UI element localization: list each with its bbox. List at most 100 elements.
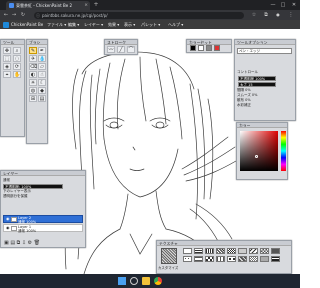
menu-view[interactable]: 表示 ▾	[124, 20, 135, 29]
menu-palettes[interactable]: パレット ▾	[141, 20, 160, 29]
zoom-tool-icon[interactable]: ⌕	[13, 47, 21, 54]
swatch-gray[interactable]	[206, 45, 212, 51]
rotate-tool-icon[interactable]: ⟳	[13, 63, 21, 70]
menu-effects[interactable]: 効果 ▾	[108, 20, 119, 29]
tab-close-icon[interactable]: ×	[84, 1, 88, 10]
texture-preview[interactable]	[161, 248, 177, 264]
texture-hlines[interactable]	[194, 248, 203, 254]
duplicate-layer-icon[interactable]: ⧉	[17, 240, 21, 246]
texture-hlines-2[interactable]	[194, 256, 203, 262]
add-folder-icon[interactable]: ▤	[10, 240, 15, 246]
sharpen-brush-icon[interactable]: ◆	[38, 87, 46, 94]
size-slider[interactable]: 太さ 15	[238, 82, 276, 87]
menu-file[interactable]: ファイル ▾	[47, 20, 66, 29]
site-info-icon[interactable]: ⓘ	[36, 12, 40, 19]
maximize-button[interactable]: □	[278, 0, 288, 10]
saturation-value-picker[interactable]	[240, 131, 278, 171]
blender-brush-icon[interactable]: ◐	[29, 71, 37, 78]
watercolor-brush-icon[interactable]: 💧	[38, 55, 46, 62]
layer-row-1[interactable]: ◉ Layer 1 通常 100%	[3, 224, 83, 233]
option-watercolor[interactable]: 水彩補正	[237, 103, 251, 108]
alpha-lock-checkbox[interactable]: 透明部分を保護	[3, 194, 28, 199]
smudge-brush-icon[interactable]: ☝	[38, 71, 46, 78]
line-stroke-icon[interactable]: ╱	[117, 46, 125, 53]
back-arrow-icon[interactable]: ←	[2, 10, 10, 20]
extensions-icon[interactable]: ⧉	[262, 10, 270, 20]
eyedropper-tool-icon[interactable]: ⌖	[3, 71, 11, 78]
texture-customize-label[interactable]: カスタマイズ	[158, 265, 178, 270]
forward-arrow-icon[interactable]: →	[10, 10, 18, 20]
menu-help[interactable]: ヘルプ ▾	[168, 20, 183, 29]
add-layer-icon[interactable]: ▣	[4, 240, 9, 246]
layer-visibility-eye-icon[interactable]: ◉	[6, 217, 10, 221]
dodge-brush-icon[interactable]: ☀	[29, 79, 37, 86]
pencil-brush-icon[interactable]: ✎	[29, 47, 37, 54]
move-tool-icon[interactable]: ✥	[3, 47, 11, 54]
texture-checker[interactable]	[227, 248, 236, 254]
layer-properties-icon[interactable]: ⚙	[28, 240, 32, 246]
delete-layer-icon[interactable]: 🗑	[34, 240, 40, 246]
hue-slider[interactable]	[281, 131, 286, 171]
lasso-tool-icon[interactable]: ◌	[13, 55, 21, 62]
burn-brush-icon[interactable]: ☾	[38, 79, 46, 86]
menu-layer[interactable]: レイヤー ▾	[84, 20, 103, 29]
minimize-button[interactable]: —	[268, 0, 278, 10]
freehand-stroke-icon[interactable]: 〰	[107, 46, 115, 53]
color-cursor[interactable]	[255, 155, 258, 158]
texture-diagonal[interactable]	[216, 248, 225, 254]
bookmark-star-icon[interactable]: ☆	[250, 10, 258, 20]
brush-panel-title: ブラシ	[27, 40, 47, 45]
texture-dots-3[interactable]	[227, 256, 236, 262]
close-window-button[interactable]: ✕	[289, 0, 299, 10]
texture-diagonal-3[interactable]	[238, 256, 247, 262]
swatch-white[interactable]	[198, 45, 204, 51]
texture-hlines-3[interactable]	[271, 256, 280, 262]
file-explorer-icon[interactable]	[142, 277, 150, 285]
new-tab-button[interactable]: +	[92, 0, 100, 10]
option-control[interactable]: コントロール	[237, 70, 258, 75]
opacity-slider[interactable]: 不透明度 100%	[238, 76, 276, 81]
texture-vlines-2[interactable]	[216, 256, 225, 262]
swatch-black[interactable]	[190, 45, 196, 51]
soft-eraser-icon[interactable]: ▱	[38, 63, 46, 70]
texture-checker-2[interactable]	[260, 248, 269, 254]
blend-mode-select[interactable]: 通常	[3, 178, 10, 183]
brush-preset-select[interactable]: ペン・エッジ	[237, 48, 292, 54]
texture-solid[interactable]	[271, 248, 280, 254]
texture-dots-2[interactable]	[183, 256, 192, 262]
merge-layer-icon[interactable]: ⇩	[22, 240, 26, 246]
hand-tool-icon[interactable]: ✋	[13, 71, 21, 78]
eraser-icon[interactable]: ⌫	[29, 63, 37, 70]
curve-stroke-icon[interactable]: ⌒	[127, 46, 135, 53]
texture-vlines[interactable]	[205, 248, 214, 254]
color-panel-title: カラー	[237, 123, 287, 128]
reload-icon[interactable]: ↻	[19, 10, 27, 20]
fill-tool-icon[interactable]: ◈	[3, 63, 11, 70]
texture-gray[interactable]	[260, 256, 269, 262]
pen-brush-icon[interactable]: ✒	[38, 47, 46, 54]
menu-edit[interactable]: 編集 ▾	[68, 20, 79, 29]
layer-actions-bar: ▣ ▤ ⧉ ⇩ ⚙ 🗑	[4, 240, 40, 246]
select-tool-icon[interactable]: ⬚	[3, 55, 11, 62]
texture-diagonal-2[interactable]	[249, 248, 258, 254]
layer-visibility-eye-icon[interactable]: ◉	[6, 226, 10, 230]
texture-dots[interactable]	[238, 248, 247, 254]
url-bar[interactable]: ⓘ paintbbs.sakura.ne.jp/cgi/post/p/	[34, 11, 244, 19]
tool-options-title: ツールオプション	[235, 40, 295, 45]
taskbar-search-icon[interactable]	[130, 277, 138, 285]
swatch-red[interactable]	[214, 45, 220, 51]
stamp-brush-icon[interactable]: ⊞	[29, 95, 37, 102]
browser-menu-icon[interactable]: ⋮	[287, 10, 295, 20]
blur-brush-icon[interactable]: ◍	[29, 87, 37, 94]
chrome-taskbar-icon[interactable]	[154, 277, 162, 285]
start-icon[interactable]	[118, 277, 126, 285]
browser-tab[interactable]: 東雲茶紅・ChickenPaint Be 2 ×	[6, 1, 90, 10]
profile-icon[interactable]: ●	[274, 10, 282, 20]
tab-favicon-icon	[9, 3, 14, 8]
texture-checker-3[interactable]	[205, 256, 214, 262]
texture-checker-4[interactable]	[249, 256, 258, 262]
airbrush-icon[interactable]: ✈	[29, 55, 37, 62]
gradient-brush-icon[interactable]: ▤	[38, 95, 46, 102]
texture-none[interactable]	[183, 248, 192, 254]
layer-row-2[interactable]: ◉ Layer 2 通常 100%	[3, 215, 83, 224]
